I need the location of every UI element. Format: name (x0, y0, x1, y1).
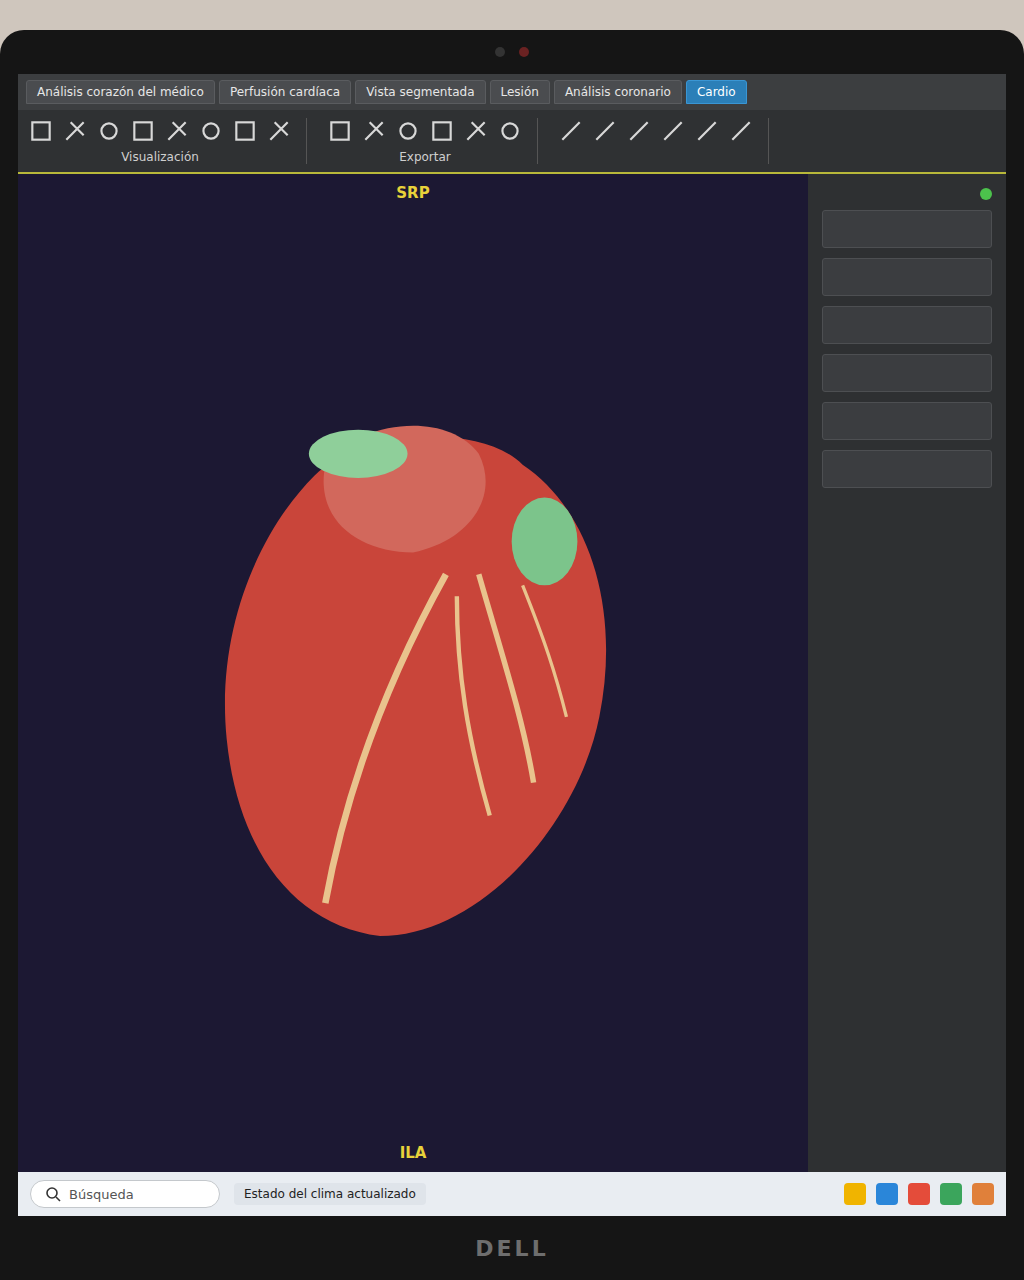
search-icon (45, 1186, 61, 1202)
tool-row (28, 118, 292, 144)
3d-viewport[interactable]: SRP ILA (18, 174, 808, 1172)
panel-control[interactable] (822, 258, 992, 296)
tool-icon[interactable] (429, 118, 455, 144)
tool-icon[interactable] (96, 118, 122, 144)
orientation-label: ILA (400, 1144, 427, 1162)
taskbar-apps (844, 1183, 994, 1205)
draw-tool-icon[interactable] (558, 118, 584, 144)
workspace: SRP ILA (18, 174, 1006, 1172)
tab-bar: Análisis corazón del médicoPerfusión car… (18, 74, 1006, 110)
group-label: Visualización (121, 150, 199, 164)
ribbon-tab[interactable]: Lesión (490, 80, 550, 104)
tool-icon[interactable] (198, 118, 224, 144)
taskbar-search[interactable]: Búsqueda (30, 1180, 220, 1208)
status-dot-icon (980, 188, 992, 200)
tool-icon[interactable] (62, 118, 88, 144)
laptop: Análisis corazón del médicoPerfusión car… (0, 30, 1024, 1280)
draw-tool-icon[interactable] (592, 118, 618, 144)
app-icon[interactable] (876, 1183, 898, 1205)
tool-icon[interactable] (327, 118, 353, 144)
tool-row (327, 118, 523, 144)
ribbon-group: Visualización (28, 118, 307, 164)
side-panel (808, 174, 1006, 1172)
photo-scene: Análisis corazón del médicoPerfusión car… (0, 0, 1024, 1280)
screen: Análisis corazón del médicoPerfusión car… (18, 74, 1006, 1216)
tool-icon[interactable] (28, 118, 54, 144)
tool-icon[interactable] (266, 118, 292, 144)
ribbon-group (558, 118, 769, 164)
ribbon-group: Exportar (327, 118, 538, 164)
tool-icon[interactable] (130, 118, 156, 144)
draw-tool-icon[interactable] (660, 118, 686, 144)
panel-control[interactable] (822, 210, 992, 248)
panel-control[interactable] (822, 450, 992, 488)
taskbar: Búsqueda Estado del clima actualizado (18, 1172, 1006, 1216)
ribbon-tab[interactable]: Perfusión cardíaca (219, 80, 351, 104)
draw-tool-icon[interactable] (728, 118, 754, 144)
tool-icon[interactable] (232, 118, 258, 144)
ribbon: Visualización Exportar (18, 110, 1006, 174)
ribbon-tab[interactable]: Vista segmentada (355, 80, 485, 104)
ribbon-tab[interactable]: Cardio (686, 80, 747, 104)
group-label: Exportar (399, 150, 451, 164)
panel-control[interactable] (822, 354, 992, 392)
app-icon[interactable] (908, 1183, 930, 1205)
tool-icon[interactable] (497, 118, 523, 144)
brand-logo: DELL (475, 1236, 548, 1261)
tool-icon[interactable] (463, 118, 489, 144)
app-icon[interactable] (940, 1183, 962, 1205)
panel-control[interactable] (822, 402, 992, 440)
laptop-chin: DELL (18, 1216, 1006, 1280)
tool-icon[interactable] (395, 118, 421, 144)
panel-control[interactable] (822, 306, 992, 344)
tool-icon[interactable] (361, 118, 387, 144)
webcam-icon (495, 47, 505, 57)
webcam-bar (18, 30, 1006, 74)
orientation-label: SRP (396, 184, 429, 202)
notification[interactable]: Estado del clima actualizado (234, 1183, 426, 1205)
webcam-light-icon (519, 47, 529, 57)
app-icon[interactable] (972, 1183, 994, 1205)
tool-icon[interactable] (164, 118, 190, 144)
wall (0, 0, 1024, 30)
tool-row (558, 118, 754, 144)
draw-tool-icon[interactable] (694, 118, 720, 144)
draw-tool-icon[interactable] (626, 118, 652, 144)
ribbon-tab[interactable]: Análisis coronario (554, 80, 682, 104)
ribbon-tab[interactable]: Análisis corazón del médico (26, 80, 215, 104)
heart-render[interactable] (193, 388, 633, 958)
app-icon[interactable] (844, 1183, 866, 1205)
